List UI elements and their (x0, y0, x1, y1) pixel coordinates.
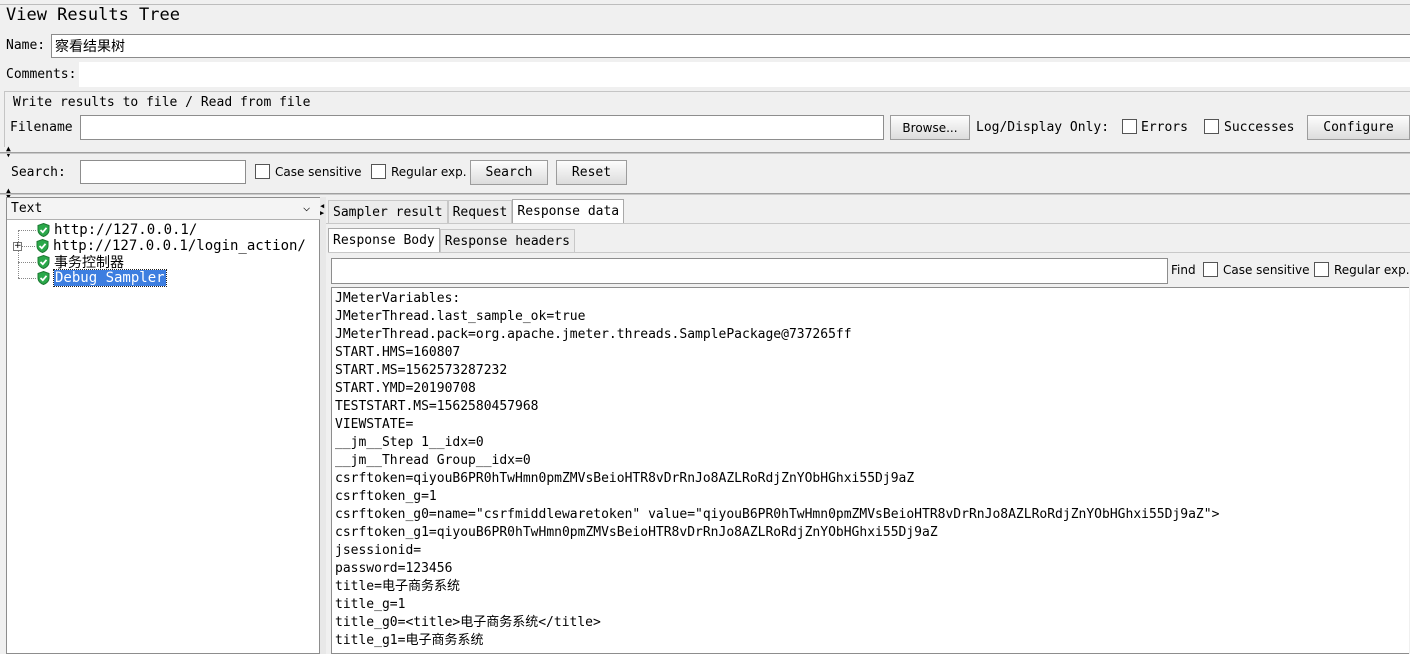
find-case-sensitive-label: Case sensitive (1223, 263, 1310, 277)
response-line: title_g1=电子商务系统 (335, 633, 484, 648)
chevron-down-icon: ⌵ (303, 200, 311, 214)
response-line: title_g0=<title>电子商务系统</title> (335, 615, 601, 630)
find-case-sensitive-checkbox[interactable] (1203, 262, 1218, 277)
search-button[interactable]: Search (470, 160, 548, 185)
find-regex-label: Regular exp. (1334, 263, 1410, 277)
filename-label: Filename (10, 120, 73, 135)
vertical-splitter[interactable]: ◀ ▶ (320, 197, 326, 654)
response-line: TESTSTART.MS=1562580457968 (335, 399, 539, 414)
sub-tabs: Response Body Response headers (328, 228, 575, 252)
response-line: START.YMD=20190708 (335, 381, 476, 396)
page-title: View Results Tree (6, 5, 180, 25)
search-input[interactable] (80, 160, 246, 184)
tree-item-label: http://127.0.0.1/ (54, 222, 198, 238)
successes-label: Successes (1224, 120, 1295, 135)
case-sensitive-label: Case sensitive (275, 165, 362, 179)
title-bar (0, 4, 1410, 30)
name-label: Name: (6, 38, 46, 53)
success-shield-icon (35, 239, 49, 254)
main-tabs: Sampler result Request Response data (328, 199, 625, 223)
response-line: START.MS=1562573287232 (335, 363, 508, 378)
response-line: JMeterThread.last_sample_ok=true (335, 309, 586, 324)
response-line: password=123456 (335, 561, 453, 576)
response-line: jsessionid= (335, 543, 422, 558)
response-line: __jm__Thread Group__idx=0 (335, 453, 531, 468)
split-divider[interactable] (0, 152, 1410, 154)
configure-button[interactable]: Configure (1307, 115, 1410, 140)
regex-label: Regular exp. (391, 165, 467, 179)
results-tree: http://127.0.0.1/ + http://127.0.0.1/log… (12, 222, 318, 287)
success-shield-icon (36, 271, 50, 286)
file-group-title: Write results to file / Read from file (13, 95, 311, 110)
success-shield-icon (36, 223, 50, 238)
comments-field[interactable] (79, 62, 1410, 87)
tree-branch (18, 277, 36, 279)
tree-item-selected[interactable]: Debug Sampler (12, 269, 318, 287)
response-line: csrftoken=qiyouB6PR0hTwHmn0pmZMVsBeioHTR… (335, 471, 915, 486)
comments-label: Comments: (6, 67, 77, 82)
case-sensitive-checkbox[interactable] (255, 164, 270, 179)
tree-item-label: Debug Sampler (53, 269, 167, 287)
split-divider[interactable] (0, 193, 1410, 195)
tab-request[interactable]: Request (447, 200, 513, 223)
reset-button[interactable]: Reset (556, 160, 627, 185)
renderer-select[interactable]: Text ⌵ (7, 198, 320, 220)
errors-checkbox[interactable] (1122, 119, 1137, 134)
tab-underline (326, 223, 1410, 224)
browse-button[interactable]: Browse... (890, 115, 970, 140)
find-regex-checkbox[interactable] (1314, 262, 1329, 277)
filename-input[interactable] (80, 115, 884, 140)
response-line: __jm__Step 1__idx=0 (335, 435, 484, 450)
tab-response-data[interactable]: Response data (512, 199, 625, 223)
tab-underline (328, 252, 1410, 253)
response-line: csrftoken_g1=qiyouB6PR0hTwHmn0pmZMVsBeio… (335, 525, 938, 540)
tab-sampler-result[interactable]: Sampler result (328, 200, 448, 223)
success-shield-icon (36, 255, 50, 270)
expand-icon[interactable]: + (13, 241, 22, 251)
find-label: Find (1171, 263, 1196, 277)
response-line: START.HMS=160807 (335, 345, 461, 360)
response-line: VIEWSTATE= (335, 417, 414, 432)
tree-item-label: 事务控制器 (54, 255, 124, 271)
response-line: JMeterThread.pack=org.apache.jmeter.thre… (335, 327, 852, 342)
tree-branch (22, 245, 35, 247)
response-line: JMeterVariables: (335, 291, 461, 306)
errors-label: Errors (1141, 120, 1188, 135)
response-line: title_g=1 (335, 597, 406, 612)
log-display-label: Log/Display Only: (976, 120, 1110, 135)
find-input[interactable] (331, 258, 1168, 284)
tree-branch (18, 261, 36, 263)
tree-branch (18, 229, 36, 231)
name-field[interactable] (51, 34, 1410, 58)
renderer-selected: Text (11, 201, 43, 216)
response-line: title=电子商务系统 (335, 579, 460, 594)
tab-response-headers[interactable]: Response headers (439, 229, 575, 252)
response-line: csrftoken_g0=name="csrfmiddlewaretoken" … (335, 507, 1220, 522)
tab-response-body[interactable]: Response Body (328, 228, 440, 252)
response-line: csrftoken_g=1 (335, 489, 437, 504)
successes-checkbox[interactable] (1204, 119, 1219, 134)
tree-item[interactable]: 事务控制器 (12, 254, 318, 271)
tree-item[interactable]: http://127.0.0.1/ (12, 222, 318, 238)
search-label: Search: (11, 165, 66, 180)
response-body-text[interactable]: JMeterVariables: JMeterThread.last_sampl… (331, 287, 1409, 654)
regex-checkbox[interactable] (371, 164, 386, 179)
collapse-arrows-icon[interactable]: ◀ ▶ (320, 203, 324, 217)
